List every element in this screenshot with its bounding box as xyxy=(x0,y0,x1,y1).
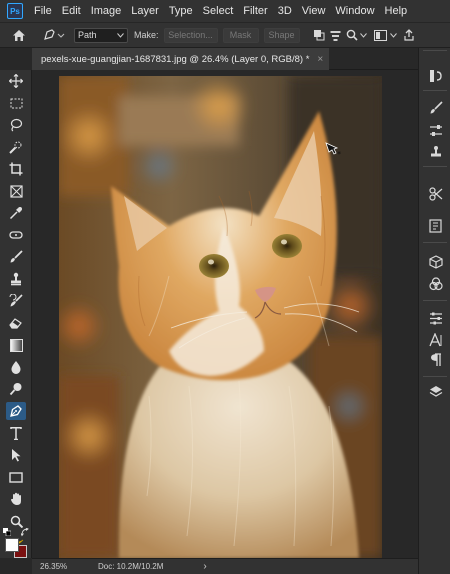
brushes-panel-icon[interactable] xyxy=(427,100,444,116)
brush-icon[interactable] xyxy=(6,248,26,266)
menu-edit[interactable]: Edit xyxy=(57,5,86,17)
path-selection-icon[interactable] xyxy=(6,446,26,464)
pen-tool-preset-icon[interactable] xyxy=(40,29,68,41)
crop-icon[interactable] xyxy=(6,160,26,178)
color-panel-icon[interactable] xyxy=(427,276,444,292)
dodge-icon[interactable] xyxy=(6,380,26,398)
document-tab-bar: pexels-xue-guangjian-1687831.jpg @ 26.4%… xyxy=(32,48,418,70)
type-icon[interactable] xyxy=(6,424,26,442)
history-brush-icon[interactable] xyxy=(6,292,26,310)
adjustments-panel-icon[interactable] xyxy=(427,310,444,326)
menu-3d[interactable]: 3D xyxy=(273,5,297,17)
path-alignment-icon[interactable] xyxy=(328,30,344,41)
eyedropper-icon[interactable] xyxy=(6,204,26,222)
document-image[interactable]: * xyxy=(59,76,382,558)
foreground-color-swatch[interactable] xyxy=(5,538,19,552)
eraser-icon[interactable] xyxy=(6,314,26,332)
tool-presets-icon[interactable] xyxy=(427,186,444,202)
tool-mode-select[interactable]: Path xyxy=(74,27,128,43)
pen-icon[interactable] xyxy=(6,402,26,420)
move-icon[interactable] xyxy=(6,72,26,90)
history-panel-icon[interactable] xyxy=(427,68,444,84)
menu-window[interactable]: Window xyxy=(330,5,379,17)
chevron-down-icon xyxy=(117,32,124,38)
pen-cursor-icon: * xyxy=(325,142,341,158)
canvas-area[interactable]: * xyxy=(32,70,418,558)
document-tab[interactable]: pexels-xue-guangjian-1687831.jpg @ 26.4%… xyxy=(32,48,330,70)
quick-select-icon[interactable] xyxy=(6,138,26,156)
zoom-level[interactable]: 26.35% xyxy=(40,562,80,571)
menu-bar: Ps File Edit Image Layer Type Select Fil… xyxy=(0,0,450,22)
menu-filter[interactable]: Filter xyxy=(238,5,272,17)
gradient-icon[interactable] xyxy=(6,336,26,354)
document-tab-title: pexels-xue-guangjian-1687831.jpg @ 26.4%… xyxy=(41,53,310,65)
character-panel-icon[interactable] xyxy=(427,332,444,348)
search-icon[interactable] xyxy=(344,29,360,41)
make-selection-button[interactable]: Selection... xyxy=(163,27,218,43)
swap-colors-icon[interactable] xyxy=(21,528,30,537)
svg-text:*: * xyxy=(337,150,341,158)
clone-stamp-icon[interactable] xyxy=(6,270,26,288)
make-label: Make: xyxy=(134,30,159,40)
menu-layer[interactable]: Layer xyxy=(126,5,164,17)
menu-type[interactable]: Type xyxy=(164,5,198,17)
menu-view[interactable]: View xyxy=(297,5,331,17)
brush-settings-icon[interactable] xyxy=(427,122,444,138)
menu-help[interactable]: Help xyxy=(380,5,413,17)
document-size: Doc: 10.2M/10.2M xyxy=(98,562,164,571)
paragraph-panel-icon[interactable] xyxy=(427,352,444,368)
options-bar: Path Make: Selection... Mask Shape xyxy=(0,22,450,48)
make-mask-button[interactable]: Mask xyxy=(222,27,259,43)
status-menu-arrow[interactable]: › xyxy=(203,561,206,572)
color-swatches xyxy=(3,528,31,558)
share-icon[interactable] xyxy=(402,29,416,41)
tools-panel xyxy=(0,70,32,558)
make-shape-button[interactable]: Shape xyxy=(263,27,300,43)
tool-mode-value: Path xyxy=(78,30,97,40)
menu-file[interactable]: File xyxy=(29,5,57,17)
chevron-down-icon[interactable] xyxy=(360,32,368,38)
frame-icon[interactable] xyxy=(6,182,26,200)
blur-icon[interactable] xyxy=(6,358,26,376)
3d-panel-icon[interactable] xyxy=(427,254,444,270)
layers-panel-icon[interactable] xyxy=(427,384,444,400)
home-icon[interactable] xyxy=(6,29,32,42)
default-colors-icon[interactable] xyxy=(3,528,11,536)
status-bar: 26.35% Doc: 10.2M/10.2M › xyxy=(32,558,418,574)
path-operations-icon[interactable] xyxy=(310,29,328,41)
close-icon[interactable]: × xyxy=(317,54,323,65)
menu-select[interactable]: Select xyxy=(198,5,239,17)
notes-panel-icon[interactable] xyxy=(427,218,444,234)
hand-icon[interactable] xyxy=(6,490,26,508)
menu-image[interactable]: Image xyxy=(86,5,127,17)
photoshop-logo: Ps xyxy=(7,3,23,19)
rectangle-icon[interactable] xyxy=(6,468,26,486)
panel-dock xyxy=(418,48,450,574)
clone-source-icon[interactable] xyxy=(427,144,444,160)
workspace-icon[interactable] xyxy=(372,29,390,41)
healing-brush-icon[interactable] xyxy=(6,226,26,244)
marquee-icon[interactable] xyxy=(6,94,26,112)
chevron-down-icon[interactable] xyxy=(390,32,398,38)
lasso-icon[interactable] xyxy=(6,116,26,134)
